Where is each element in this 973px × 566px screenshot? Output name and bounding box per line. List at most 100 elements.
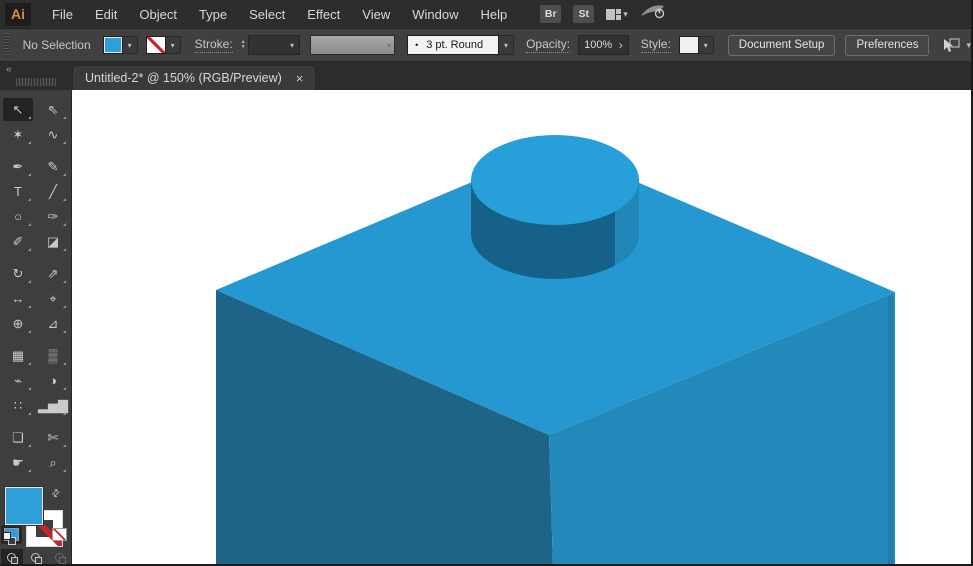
zoom-icon: ⌕: [49, 454, 57, 470]
tool-puppet-warp[interactable]: ⌖: [38, 287, 68, 310]
paintbrush-icon: ✑: [47, 208, 59, 224]
drawing-mode-buttons: [0, 549, 71, 564]
menu-edit[interactable]: Edit: [84, 2, 128, 27]
toolbar-grip[interactable]: [16, 78, 56, 86]
stroke-none-swatch[interactable]: [145, 36, 166, 54]
brush-chevron-icon[interactable]: ▾: [499, 35, 515, 55]
stroke-color-combo[interactable]: ▾: [145, 36, 181, 54]
document-setup-button[interactable]: Document Setup: [727, 34, 836, 56]
control-bar-grip[interactable]: [4, 33, 9, 57]
bridge-icon[interactable]: Br: [540, 5, 562, 23]
app-logo: Ai: [5, 2, 31, 26]
tool-paintbrush[interactable]: ✑: [38, 205, 68, 228]
tool-eyedropper[interactable]: ⌁: [3, 369, 33, 392]
fill-color-combo[interactable]: ▾: [102, 36, 138, 54]
tool-artboard[interactable]: ❏: [3, 426, 33, 449]
none-icon: [52, 528, 67, 541]
curvature-icon: ✎: [47, 158, 59, 174]
menu-effect[interactable]: Effect: [296, 2, 351, 27]
menu-window[interactable]: Window: [401, 2, 469, 27]
arrange-documents-button[interactable]: ▾: [606, 8, 628, 20]
tool-zoom[interactable]: ⌕: [38, 451, 68, 474]
draw-behind-button[interactable]: [25, 549, 47, 564]
toolbar-header: «: [0, 62, 72, 90]
chevron-down-icon: ▾: [387, 40, 392, 50]
draw-normal-button[interactable]: [0, 549, 23, 564]
tool-magic-wand[interactable]: ✶: [3, 123, 33, 146]
tool-curvature[interactable]: ✎: [38, 155, 68, 178]
spinner-down-icon[interactable]: ▼: [241, 45, 246, 50]
brick-right-edge[interactable]: [888, 294, 893, 566]
tool-column-graph[interactable]: ▂▅▇: [38, 394, 68, 417]
fill-chevron-icon[interactable]: ▾: [122, 36, 138, 54]
document-tab[interactable]: Untitled-2* @ 150% (RGB/Preview) ×: [72, 65, 317, 90]
control-bar: No Selection ▾ ▾ Stroke: ▲ ▼ ▾ ▾ • 3 pt.…: [0, 29, 971, 62]
stud-top[interactable]: [471, 135, 639, 225]
brush-field[interactable]: • 3 pt. Round: [407, 35, 500, 55]
tool-row: ⊕ ⊿: [3, 312, 68, 335]
menu-file[interactable]: File: [41, 2, 84, 27]
style-label[interactable]: Style:: [640, 37, 671, 53]
tool-hand[interactable]: ☛: [3, 451, 33, 474]
menu-right-icons: Br St ▾: [540, 3, 666, 25]
preferences-button[interactable]: Preferences: [845, 34, 930, 56]
tool-blend[interactable]: ◑: [38, 369, 68, 392]
tool-mesh[interactable]: ▦: [3, 344, 33, 367]
opacity-chevron-icon[interactable]: ›: [619, 38, 623, 52]
stock-icon[interactable]: St: [573, 5, 595, 23]
tool-row: ⌁ ◑: [3, 369, 68, 392]
fill-swatch[interactable]: [102, 36, 123, 54]
menu-help[interactable]: Help: [469, 2, 518, 27]
collapse-panel-icon[interactable]: «: [6, 64, 11, 75]
stroke-chevron-icon[interactable]: ▾: [165, 36, 181, 54]
stroke-weight-select[interactable]: ▾: [247, 35, 301, 55]
fill-stroke-indicator: ⇄: [0, 486, 72, 547]
tool-type[interactable]: T: [3, 180, 33, 203]
tool-selection[interactable]: ↖: [3, 98, 33, 121]
tool-row: ▦ ▒: [3, 344, 68, 367]
stroke-label[interactable]: Stroke:: [194, 37, 233, 53]
style-swatch[interactable]: [678, 36, 699, 54]
opacity-label[interactable]: Opacity:: [526, 37, 571, 53]
draw-inside-button[interactable]: [49, 549, 71, 564]
tool-line-segment[interactable]: ╱: [38, 180, 68, 203]
tool-gradient[interactable]: ▒: [38, 344, 68, 367]
style-chevron-icon[interactable]: ▾: [698, 36, 714, 54]
menu-select[interactable]: Select: [238, 2, 296, 27]
close-tab-icon[interactable]: ×: [296, 72, 304, 85]
tool-width[interactable]: ↔: [3, 287, 33, 310]
default-fill-stroke-icon[interactable]: [2, 532, 16, 545]
tool-symbol-sprayer[interactable]: ∷: [3, 394, 33, 417]
stroke-weight-stepper[interactable]: ▲ ▼: [241, 40, 246, 50]
menu-view[interactable]: View: [351, 2, 401, 27]
fill-indicator[interactable]: [4, 487, 43, 525]
select-similar-combo[interactable]: ▾: [941, 37, 971, 53]
tool-shaper[interactable]: ✐: [3, 230, 33, 253]
tool-rotate[interactable]: ↻: [3, 262, 33, 285]
tool-eraser[interactable]: ◪: [38, 230, 68, 253]
eyedropper-icon: ⌁: [14, 372, 22, 388]
tool-ellipse[interactable]: ○: [3, 205, 33, 228]
brush-definition-combo[interactable]: • 3 pt. Round ▾: [407, 35, 515, 55]
selection-icon: ↖: [12, 101, 24, 117]
tool-scale[interactable]: ⇗: [38, 262, 68, 285]
tool-shape-builder[interactable]: ⊕: [3, 312, 33, 335]
tool-lasso[interactable]: ∿: [38, 123, 68, 146]
swap-fill-stroke-icon[interactable]: ⇄: [49, 487, 63, 501]
gradient-icon: ▒: [48, 348, 58, 363]
pen-icon: ✒: [12, 158, 24, 174]
draw-normal-icon: [7, 553, 18, 564]
tool-pen[interactable]: ✒: [3, 155, 33, 178]
menu-object[interactable]: Object: [128, 2, 188, 27]
tool-direct-selection[interactable]: ⇖: [38, 98, 68, 121]
tool-row: ↔ ⌖: [3, 287, 68, 310]
tool-perspective-grid[interactable]: ⊿: [38, 312, 68, 335]
opacity-input[interactable]: 100% ›: [578, 35, 629, 55]
menu-type[interactable]: Type: [188, 2, 238, 27]
style-combo[interactable]: ▾: [678, 36, 714, 54]
lasso-icon: ∿: [47, 126, 59, 142]
tool-slice[interactable]: ✄: [38, 426, 68, 449]
artboard-canvas[interactable]: [72, 90, 971, 566]
tool-row: ∷ ▂▅▇: [3, 394, 68, 417]
tool-row: T ╱: [3, 180, 68, 203]
